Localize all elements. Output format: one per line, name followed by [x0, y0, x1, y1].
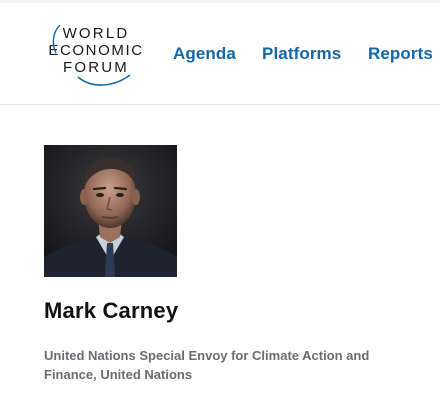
- profile-photo: [44, 145, 177, 277]
- site-header: WORLD ECONOMIC FORUM Agenda Platforms Re…: [0, 3, 440, 105]
- profile-name: Mark Carney: [44, 298, 179, 323]
- profile-title: United Nations Special Envoy for Climate…: [44, 348, 370, 382]
- logo-arc-icon: [52, 25, 131, 86]
- wef-logo[interactable]: WORLD ECONOMIC FORUM: [42, 25, 150, 91]
- nav-reports[interactable]: Reports: [368, 44, 433, 64]
- portrait-photo-icon: [44, 145, 177, 277]
- nav-agenda[interactable]: Agenda: [173, 44, 236, 64]
- nav-platforms[interactable]: Platforms: [262, 44, 341, 64]
